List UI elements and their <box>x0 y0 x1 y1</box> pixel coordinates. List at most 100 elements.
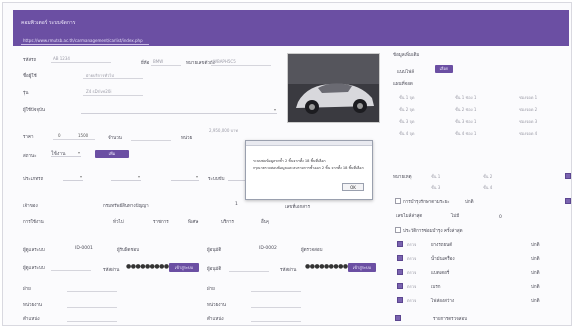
parking-cell[interactable]: ช่องจอด 3 <box>519 118 537 125</box>
app-window: คอมพิวเตอร์ ระบบจัดการ https://www.rmuts… <box>2 2 572 326</box>
upload-button[interactable]: เลือก <box>435 65 453 73</box>
parking-cell[interactable]: ช่องจอด 2 <box>519 106 537 113</box>
parking-cell[interactable]: ช่องจอด 1 <box>519 94 537 101</box>
chevron-down-icon: ▾ <box>77 150 80 155</box>
inspection-checkbox[interactable] <box>397 283 403 289</box>
parking-cell[interactable]: ชั้น 4 จุด <box>399 130 414 137</box>
note-value-a[interactable]: ชั้น 1 <box>431 173 440 180</box>
vehicle-class-select[interactable]: ▾ <box>171 174 199 181</box>
owner-value: กรมทรัพย์สินทางปัญญา <box>103 204 149 209</box>
parking-cell[interactable]: ช่องจอด 4 <box>519 130 537 137</box>
note-label: หมายเหตุ <box>393 175 412 180</box>
note-value-c[interactable]: ชั้น 3 <box>431 184 440 191</box>
maintenance-flag[interactable] <box>565 198 571 204</box>
inspection-cell: ปกติ <box>531 257 540 262</box>
parking-cell[interactable]: ชั้น 2 ช่อง 1 <box>455 106 476 113</box>
brand-value[interactable]: BMW <box>153 59 163 64</box>
alert-dialog: ระบบพบข้อมูลรถซ้ำ 2 ชิ้นจากทั้ง 18 ชิ้นท… <box>245 140 373 200</box>
parking-cell[interactable]: ชั้น 1 ช่อง 1 <box>455 94 476 101</box>
position-label-left: ตำแหน่ง <box>23 317 40 322</box>
chevron-down-icon: ▾ <box>273 107 276 112</box>
usage-option[interactable]: อื่นๆ <box>261 218 269 225</box>
inspection-cell: ตรวจ <box>407 256 417 261</box>
position-right-underline <box>251 321 301 322</box>
vehicle-subtype-select[interactable]: ▾ <box>111 174 141 181</box>
note-checkbox[interactable] <box>565 173 571 179</box>
admin-code: ID-0001 <box>75 246 93 251</box>
parking-cell[interactable]: ชั้น 2 จุด <box>399 106 414 113</box>
chevron-down-icon: ▾ <box>195 174 198 179</box>
inspection-cell: แบตเตอรี่ <box>431 271 450 276</box>
repair-history-label: ประวัติการซ่อมบำรุง ครั้งล่าสุด <box>403 229 463 234</box>
ok-button[interactable]: OK <box>342 183 364 191</box>
username-label-left: ผู้ดูแลระบบ <box>23 266 45 271</box>
inspection-checkbox[interactable] <box>397 269 403 275</box>
usage-option[interactable]: พิเศษ <box>188 218 198 225</box>
mileage-count: 0 <box>499 215 502 220</box>
inspection-cell: เบรก <box>431 285 441 290</box>
department-right-underline <box>251 291 301 292</box>
parking-cell[interactable]: ชั้น 4 ช่อง 1 <box>455 130 476 137</box>
car-photo <box>287 53 380 123</box>
unit-label: หน่วย <box>181 136 193 141</box>
password-input-right[interactable]: ●●●●●●●●●● <box>305 263 353 270</box>
current-user-select[interactable]: ▾ <box>81 107 277 114</box>
unit-value[interactable]: 2,950,000 บาท <box>209 127 238 134</box>
model-label: รุ่น <box>23 91 29 96</box>
model-value[interactable]: Z4 sDrive20i <box>86 89 112 94</box>
dialog-message-line1: ระบบพบข้อมูลรถซ้ำ 2 ชิ้นจากทั้ง 18 ชิ้นท… <box>253 159 326 163</box>
login-button-right[interactable]: เข้าสู่ระบบ <box>348 263 376 272</box>
password-input-left[interactable]: ●●●●●●●●●● <box>126 263 174 270</box>
model-underline <box>83 95 143 96</box>
login-button-left[interactable]: เข้าสู่ระบบ <box>169 263 199 272</box>
vehicle-type-select[interactable]: ▾ <box>63 174 83 181</box>
maintenance-label: การบำรุงรักษาตามระยะ <box>403 200 450 205</box>
current-user-label: ผู้ใช้ปัจจุบัน <box>23 108 45 113</box>
chevron-down-icon: ▾ <box>137 174 140 179</box>
inspection-checkbox[interactable] <box>397 241 403 247</box>
usage-option[interactable]: ราชการ <box>153 218 169 225</box>
inspection-checkbox[interactable] <box>397 255 403 261</box>
parking-cell[interactable]: ชั้น 3 ช่อง 1 <box>455 118 476 125</box>
quantity-label: จำนวน <box>108 136 122 141</box>
inspection-cell: ไฟส่องสว่าง <box>431 299 455 304</box>
owner-number: 1 <box>235 202 238 207</box>
car-id-label: รหัสรถ <box>23 58 37 63</box>
position-label-right: ตำแหน่ง <box>207 317 224 322</box>
right-panel-heading: ข้อมูลเพิ่มเติม <box>393 53 420 58</box>
inspection-checkbox[interactable] <box>397 297 403 303</box>
mileage-value: ไม่มี <box>451 214 460 219</box>
inspection-cell: ปกติ <box>531 285 540 290</box>
usage-option[interactable]: บริการ <box>221 218 234 225</box>
password-label-right: รหัสผ่าน <box>280 268 297 273</box>
maintenance-value: ปกติ <box>465 200 474 205</box>
car-id-value[interactable]: AB 1234 <box>53 56 70 61</box>
inspection-cell: ตรวจ <box>407 284 417 289</box>
price-max-value[interactable]: 1500 <box>78 133 88 138</box>
page-url-link[interactable]: https://www.rmutsb.ac.th/carmanagement/c… <box>23 38 143 43</box>
admin-label: ผู้ดูแลระบบ <box>23 248 45 253</box>
responsible-label: ผู้รับผิดชอบ <box>117 248 140 253</box>
note-value-b[interactable]: ชั้น 2 <box>483 173 492 180</box>
inspection-list-checkbox[interactable] <box>395 315 401 321</box>
vin-value[interactable]: WBAPH5C5 <box>213 59 236 64</box>
note-value-d[interactable]: ชั้น 4 <box>483 184 492 191</box>
status-value: ใช้งาน <box>51 151 66 157</box>
parking-cell[interactable]: ชั้น 1 จุด <box>399 94 414 101</box>
repair-history-checkbox[interactable] <box>395 227 401 233</box>
status-label: สถานะ <box>23 154 37 159</box>
parking-cell[interactable]: ชั้น 3 จุด <box>399 118 414 125</box>
inspection-cell: น้ำมันเครื่อง <box>431 257 455 262</box>
maintenance-checkbox[interactable] <box>395 198 401 204</box>
username-label-right: ผู้อนุมัติ <box>207 267 222 272</box>
price-min-value[interactable]: 0 <box>58 133 61 138</box>
drive-mode-label: ระบบขับ <box>208 177 225 182</box>
add-button[interactable]: เพิ่ม <box>95 150 129 158</box>
car-id-underline <box>51 62 111 63</box>
inspection-cell: ตรวจ <box>407 242 417 247</box>
status-select[interactable]: ใช้งาน ▾ <box>51 150 81 157</box>
vin-underline <box>211 65 271 66</box>
usage-option[interactable]: ทั่วไป <box>113 218 124 225</box>
app-title: คอมพิวเตอร์ ระบบจัดการ <box>21 20 76 26</box>
url-underline <box>21 44 149 45</box>
